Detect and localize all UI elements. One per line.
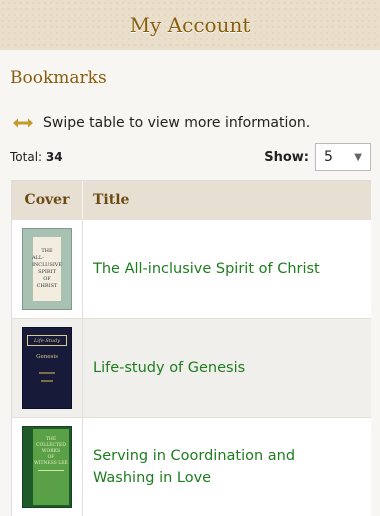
book-title-link[interactable]: Serving in Coordination and Washing in L… [83,418,371,516]
column-header-cover[interactable]: Cover [12,181,83,219]
page-header: My Account [0,0,380,50]
cover-band: Life-Study [27,335,67,346]
cover-cell: THE COLLECTED WORKS OF WITNESS LEE [12,418,83,516]
book-cover-face: THE ALL-INCLUSIVE SPIRIT OF CHRIST [31,237,63,301]
cover-text: SPIRIT [38,269,56,275]
book-title-link[interactable]: The All-inclusive Spirit of Christ [83,220,371,318]
table-row: THE COLLECTED WORKS OF WITNESS LEE Servi… [12,417,371,516]
book-cover-image[interactable]: Life-Study Genesis [22,327,72,409]
cover-text: Genesis [36,354,58,360]
show-label: Show: [264,149,309,165]
cover-text: ALL-INCLUSIVE [31,255,63,268]
table-row: THE ALL-INCLUSIVE SPIRIT OF CHRIST The A… [12,219,371,318]
cover-decoration [38,470,64,471]
page-size-select[interactable]: 5 ▼ [315,143,371,171]
book-cover-image[interactable]: THE COLLECTED WORKS OF WITNESS LEE [22,426,72,508]
total-value: 34 [45,150,63,164]
book-cover-face: THE COLLECTED WORKS OF WITNESS LEE [33,429,69,505]
page-size-control: Show: 5 ▼ [264,143,371,171]
cover-text: CHRIST [36,283,58,289]
book-title-link[interactable]: Life-study of Genesis [83,319,371,417]
column-header-title[interactable]: Title [83,181,371,219]
table-header: Cover Title [12,181,371,219]
left-right-arrow-icon [13,118,33,128]
page-title: My Account [129,13,251,37]
total-count: Total: 34 [10,150,63,164]
main-content: Bookmarks Swipe table to view more infor… [0,68,380,516]
cover-decoration [41,380,53,382]
page-size-value: 5 [324,149,333,165]
swipe-hint-text: Swipe table to view more information. [43,115,311,131]
cover-text: WITNESS LEE [34,461,68,466]
cover-cell: THE ALL-INCLUSIVE SPIRIT OF CHRIST [12,220,83,318]
cover-decoration [39,372,55,374]
swipe-hint: Swipe table to view more information. [10,112,380,134]
total-label: Total: [10,150,43,164]
table-controls: Total: 34 Show: 5 ▼ [10,142,380,172]
section-title: Bookmarks [10,68,107,88]
bookmarks-table: Cover Title THE ALL-INCLUSIVE SPIRIT OF … [11,180,371,516]
table-row: Life-Study Genesis Life-study of Genesis [12,318,371,417]
chevron-down-icon: ▼ [354,151,362,163]
cover-text: OF [43,276,51,282]
cover-text: THE [41,248,53,254]
cover-cell: Life-Study Genesis [12,319,83,417]
book-cover-image[interactable]: THE ALL-INCLUSIVE SPIRIT OF CHRIST [22,228,72,310]
